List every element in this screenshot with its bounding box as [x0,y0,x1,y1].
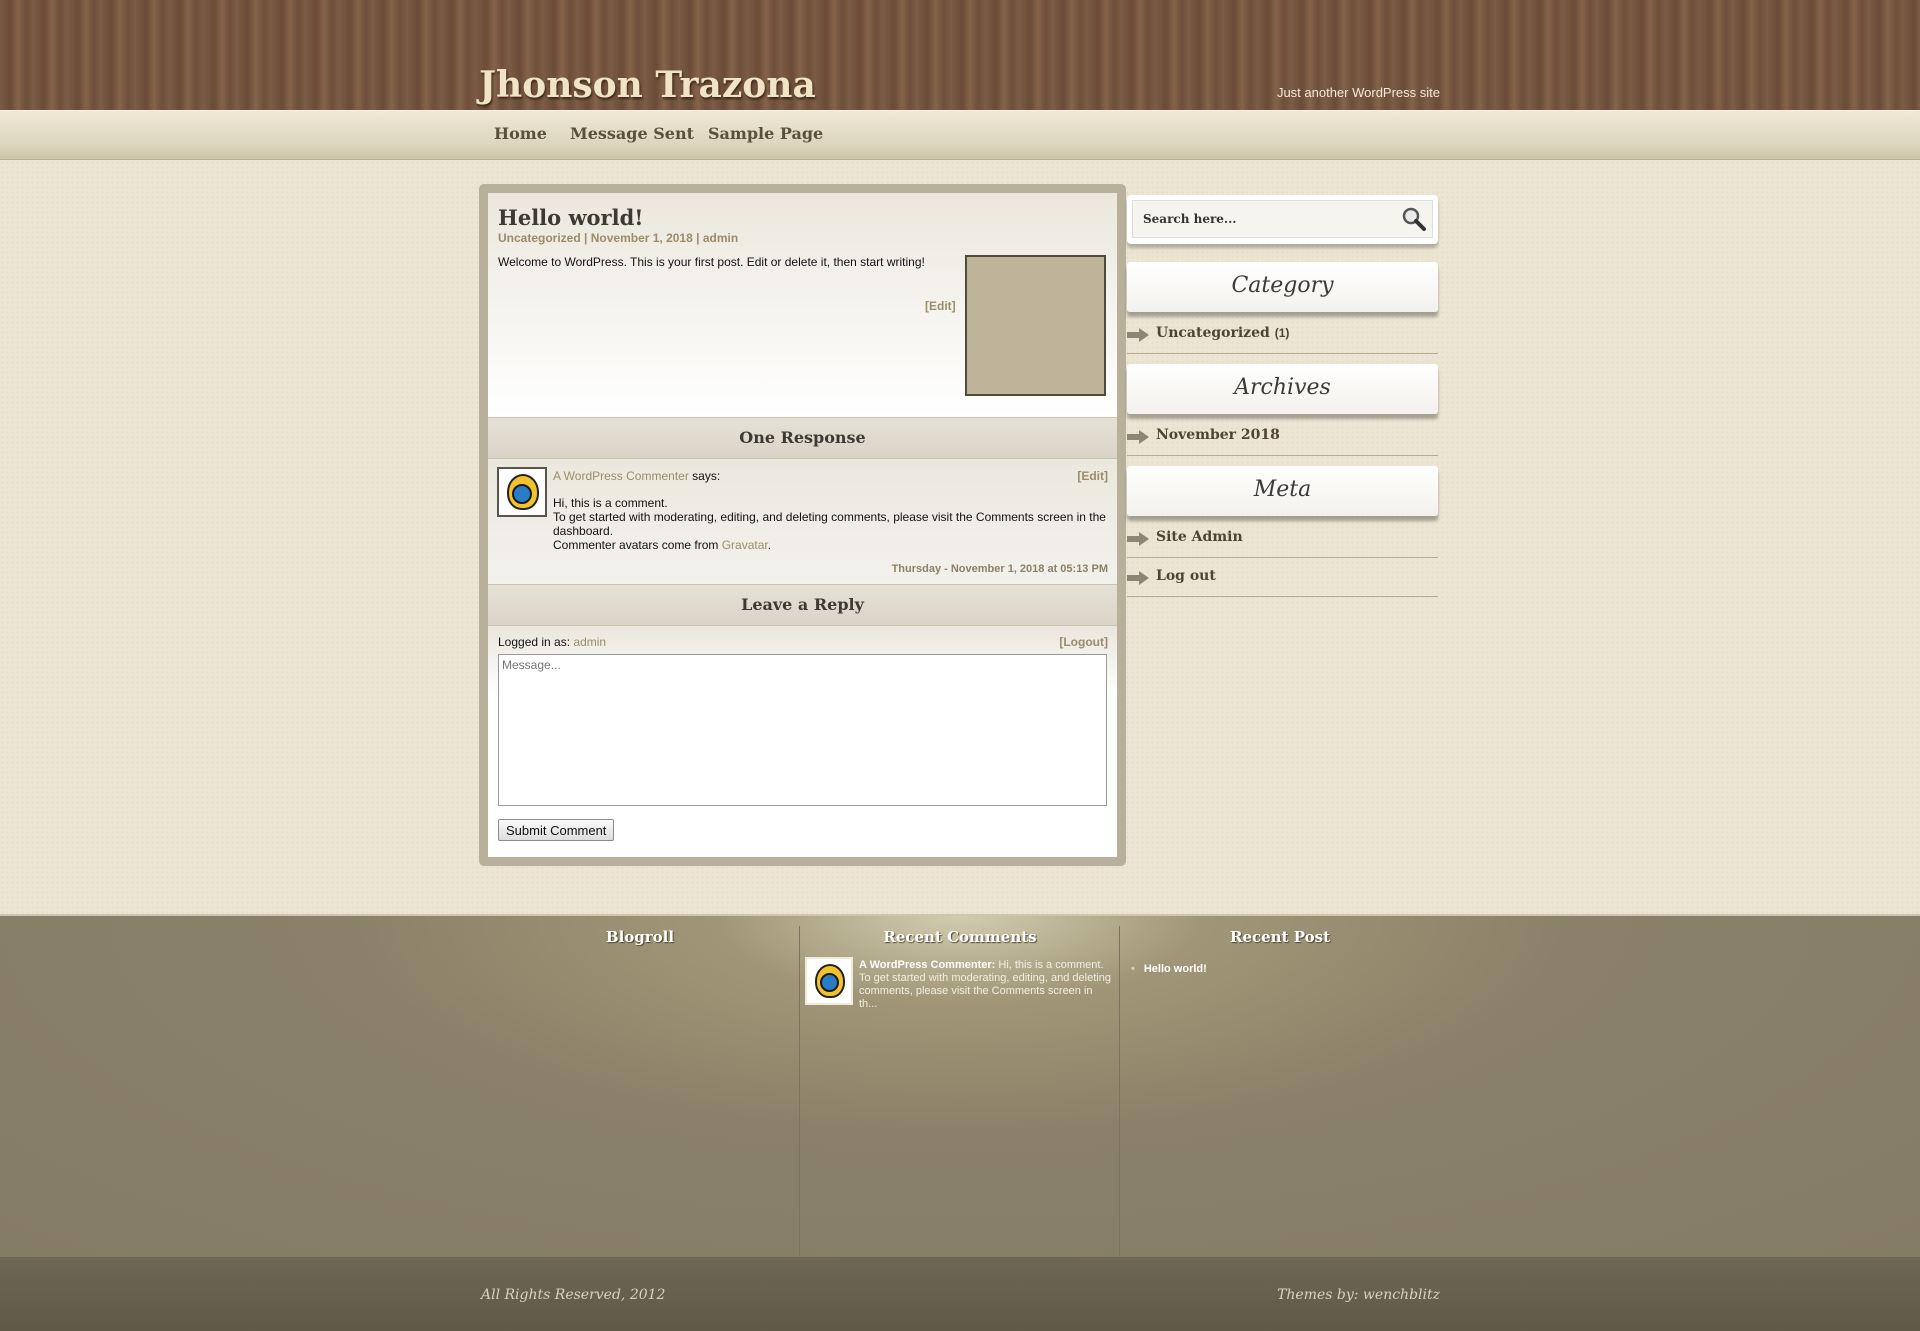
meta-item-site-admin[interactable]: Site Admin [1127,519,1438,558]
category-item[interactable]: Uncategorized (1) [1127,315,1438,354]
footer-divider [799,926,800,1256]
comment-line-text: Commenter avatars come from [553,538,722,552]
footer-title-recent-comments: Recent Comments [883,928,1037,946]
recent-post-link[interactable]: Hello world! [1131,963,1207,975]
arrow-right-icon [1127,430,1149,444]
main-nav: Home Message Sent Sample Page [0,110,1920,160]
footer-title-recent-post: Recent Post [1230,928,1330,946]
wordpress-logo-icon [512,484,532,504]
arrow-right-icon [1127,532,1149,546]
recent-comment[interactable]: A WordPress Commenter: Hi, this is a com… [859,959,1113,1011]
meta-item-log-out[interactable]: Log out [1127,558,1438,597]
site-tagline: Just another WordPress site [1276,85,1440,100]
comment-author-link[interactable]: A WordPress Commenter [553,469,689,483]
comments-heading: One Response [488,417,1117,459]
content-panel: Hello world! Uncategorized | November 1,… [479,184,1126,866]
wordpress-logo-icon [820,973,839,992]
submit-comment-button[interactable]: Submit Comment [498,819,615,841]
content-inner: Hello world! Uncategorized | November 1,… [488,193,1117,857]
comment-text: Hi, this is a comment. To get started wi… [553,496,1108,552]
widget-title-meta: Meta [1127,466,1438,516]
post-meta: Uncategorized | November 1, 2018 | admin [498,231,738,245]
footer-title-blogroll: Blogroll [605,928,675,946]
copyright-text: All Rights Reserved, 2012 [481,1287,666,1303]
footer: Blogroll Recent Comments Recent Post A W… [0,914,1920,1257]
bottom-bar: All Rights Reserved, 2012 Themes by: wen… [0,1257,1920,1331]
comment-line: Hi, this is a comment. [553,496,668,510]
category-count: (1) [1274,326,1290,340]
recent-post-list: Hello world! [1131,963,1207,975]
comment-line-text: . [767,538,772,552]
category-link[interactable]: Uncategorized (1) [1156,325,1289,341]
meta-separator: | [580,231,591,245]
search-input[interactable] [1132,200,1433,238]
message-textarea[interactable] [498,654,1107,806]
comment-date: Thursday - November 1, 2018 at 05:13 PM [891,563,1108,575]
post: Hello world! Uncategorized | November 1,… [488,193,1117,417]
comment-says: says: [688,469,721,483]
comment-edit-link[interactable]: [Edit] [1077,469,1108,483]
commenter-avatar [497,467,547,517]
post-edit-link[interactable]: [Edit] [925,299,956,313]
search-widget [1127,195,1438,244]
widget-title-archives: Archives [1127,364,1438,414]
post-body: Welcome to WordPress. This is your first… [498,255,925,269]
post-date: November 1, 2018 [590,231,693,245]
comment-line: Commenter avatars come from Gravatar. [553,538,1108,552]
arrow-right-icon [1127,328,1149,342]
theme-credit[interactable]: Themes by: wenchblitz [1277,1287,1440,1303]
archive-item[interactable]: November 2018 [1127,417,1438,456]
comment-list: A WordPress Commenter says: [Edit] Hi, t… [488,459,1117,584]
post-title[interactable]: Hello world! [498,205,644,230]
gravatar-link[interactable]: Gravatar [722,538,768,552]
log-out-link[interactable]: Log out [1156,568,1216,584]
site-admin-link[interactable]: Site Admin [1156,529,1243,545]
post-thumbnail [965,255,1106,396]
archive-link[interactable]: November 2018 [1156,427,1280,443]
comment-line: To get started with moderating, editing,… [553,510,1106,538]
comment-author-line: A WordPress Commenter says: [553,469,720,483]
post-category-link[interactable]: Uncategorized [498,231,581,245]
nav-item-home[interactable]: Home [494,124,547,143]
logged-in-label: Logged in as: [498,635,574,649]
widget-title-category: Category [1127,262,1438,312]
recent-comment-author[interactable]: A WordPress Commenter: [859,959,995,971]
search-icon[interactable] [1401,206,1427,232]
logout-link[interactable]: [Logout] [1059,635,1108,649]
site-title[interactable]: Jhonson Trazona [479,64,816,106]
recent-comment-avatar [805,957,853,1005]
reply-form: Logged in as: admin [Logout] Submit Comm… [488,626,1117,857]
meta-separator: | [692,231,703,245]
logged-in-user-link[interactable]: admin [573,635,606,649]
nav-item-message-sent[interactable]: Message Sent [570,124,694,143]
site-header: Jhonson Trazona Just another WordPress s… [0,0,1920,110]
category-label: Uncategorized [1156,325,1270,341]
nav-item-sample-page[interactable]: Sample Page [708,124,823,143]
reply-heading: Leave a Reply [488,584,1117,626]
post-author-link[interactable]: admin [703,231,738,245]
arrow-right-icon [1127,571,1149,585]
footer-divider [1119,926,1120,1256]
logged-in-status: Logged in as: admin [498,635,606,649]
